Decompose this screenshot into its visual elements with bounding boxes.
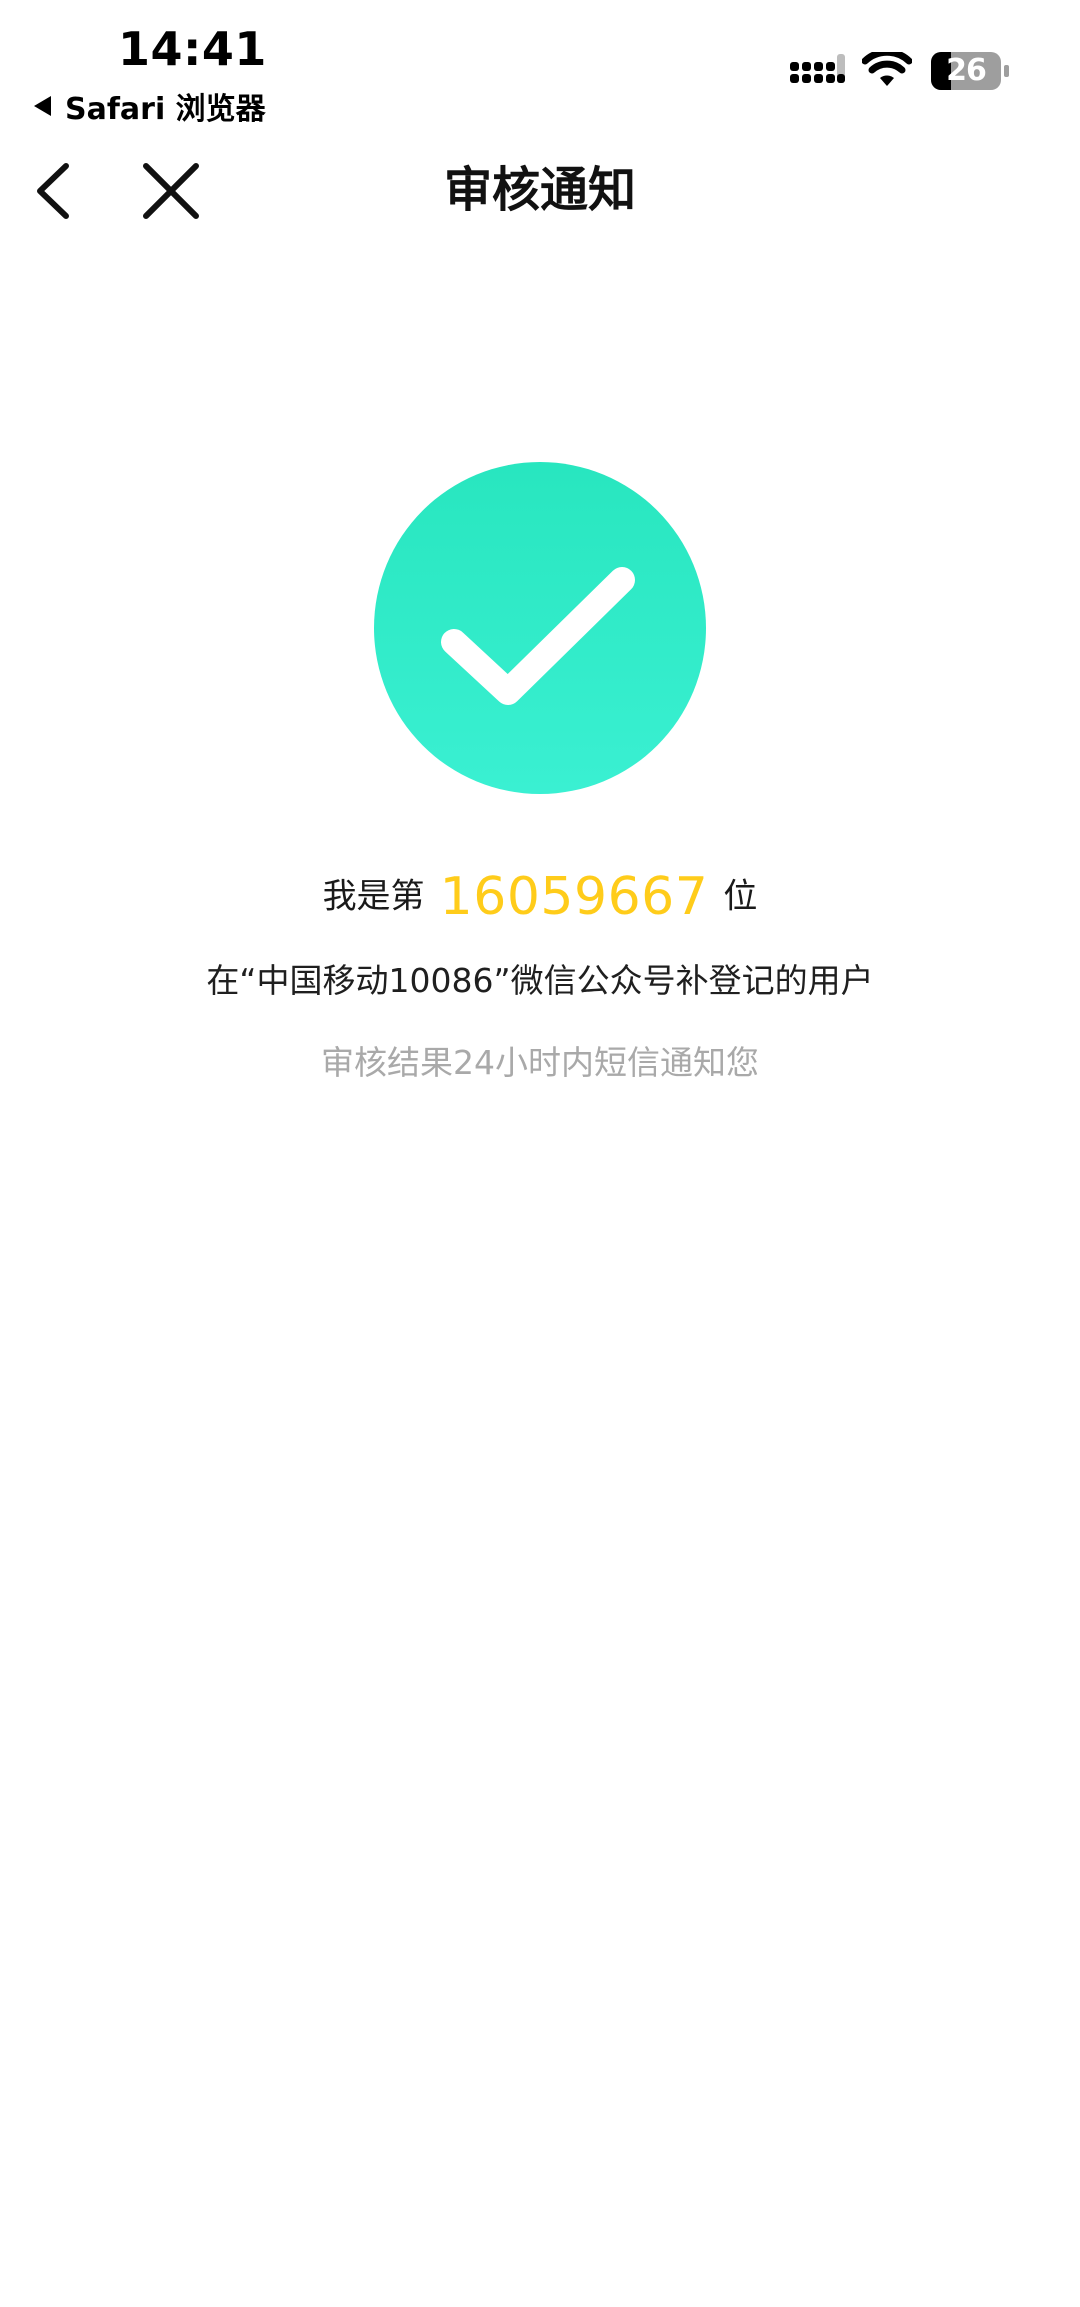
status-time: 14:41: [118, 22, 267, 76]
rank-number: 16059667: [439, 866, 709, 927]
cellular-signal-icon: [790, 54, 845, 83]
back-triangle-icon: [34, 96, 51, 116]
checkmark-icon: [441, 567, 635, 705]
rank-suffix: 位: [723, 876, 758, 917]
review-notice: 审核结果24小时内短信通知您: [321, 1043, 759, 1082]
back-app-label: Safari 浏览器: [65, 92, 266, 127]
rank-line: 我是第 16059667 位: [0, 858, 1080, 935]
battery-level: 26: [946, 53, 987, 88]
rank-prefix: 我是第: [322, 876, 425, 917]
back-to-app-link[interactable]: Safari 浏览器: [34, 84, 266, 128]
registration-description: 在“中国移动10086”微信公众号补登记的用户: [206, 961, 874, 1000]
page-title: 审核通知: [443, 162, 636, 218]
success-badge: [374, 462, 706, 794]
wifi-icon: [862, 52, 912, 86]
